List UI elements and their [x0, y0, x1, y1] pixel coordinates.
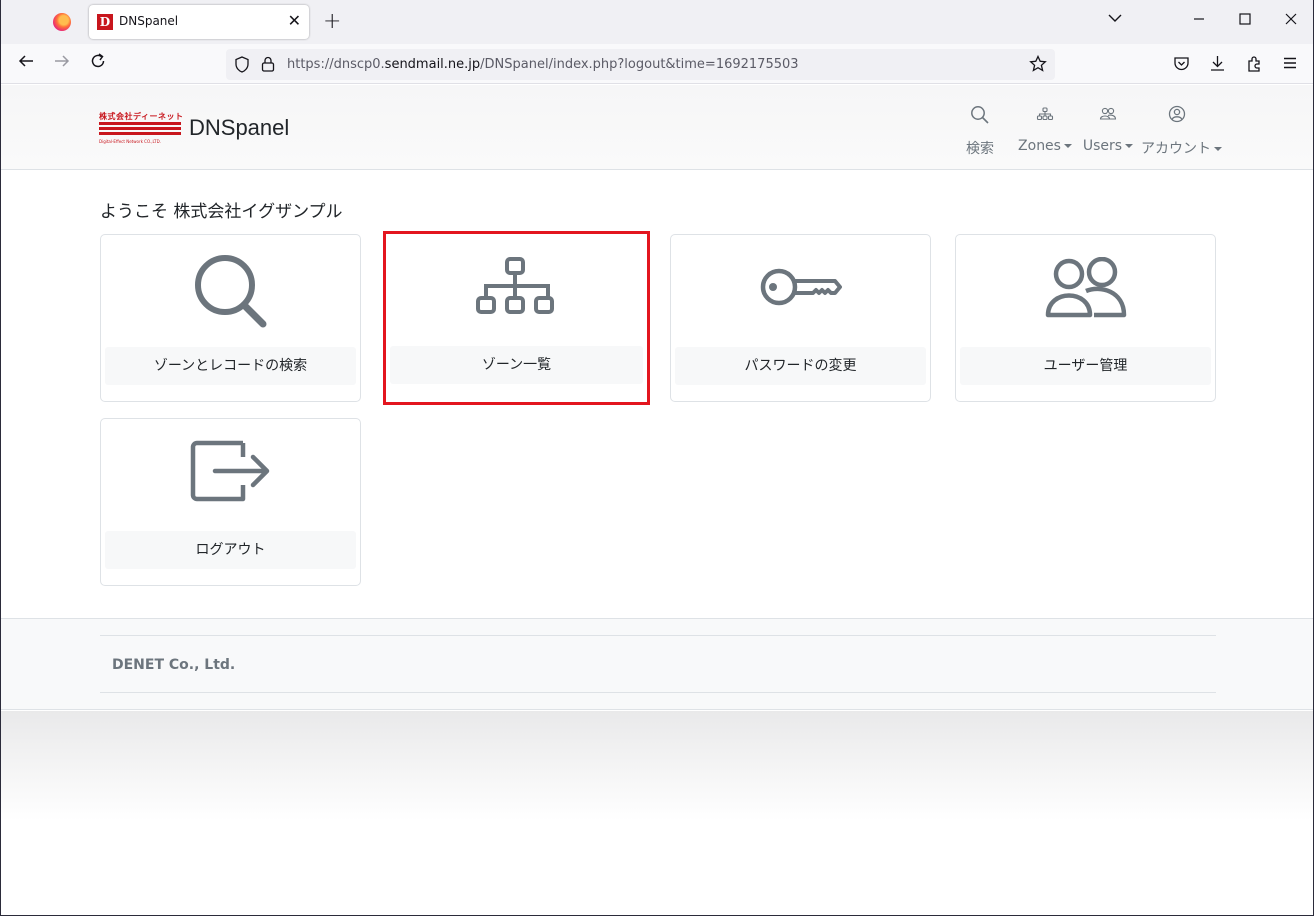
company-logo[interactable]: 株式会社ディーネット Digital-Effect Network CO.,LT…: [99, 111, 183, 145]
browser-tabbar: D DNSpanel ✕ +: [1, 0, 1313, 44]
new-tab-icon[interactable]: +: [323, 9, 341, 34]
nav-account-label: アカウント: [1141, 138, 1222, 158]
nav-users-label: Users: [1081, 138, 1135, 154]
card-label: パスワードの変更: [675, 347, 926, 385]
card-label: ユーザー管理: [960, 347, 1211, 385]
lock-icon[interactable]: [261, 56, 275, 76]
maximize-icon[interactable]: [1239, 10, 1251, 30]
download-icon[interactable]: [1209, 55, 1226, 76]
sitemap-icon: [386, 256, 647, 320]
url-prefix: https://dnscp0.: [287, 57, 385, 72]
tab-favicon-icon: D: [97, 14, 113, 30]
logo-mark: [99, 122, 181, 138]
footer-divider: [100, 692, 1216, 693]
close-window-icon[interactable]: [1285, 10, 1297, 30]
nav-zones-text: Zones: [1018, 138, 1061, 154]
users-icon: [956, 257, 1215, 321]
logo-tagline: Digital-Effect Network CO.,LTD.: [99, 139, 161, 144]
logo-company-name: 株式会社ディーネット: [99, 112, 184, 121]
shield-icon[interactable]: [234, 56, 250, 77]
footer-divider: [100, 635, 1216, 636]
users-icon: [1081, 105, 1135, 127]
card-user-management[interactable]: ユーザー管理: [955, 234, 1216, 402]
extensions-icon[interactable]: [1246, 55, 1263, 76]
card-logout[interactable]: ログアウト: [100, 418, 361, 586]
logout-icon: [101, 439, 360, 503]
url-host: sendmail.ne.jp: [384, 57, 481, 72]
pocket-icon[interactable]: [1173, 55, 1190, 76]
bookmark-star-icon[interactable]: [1029, 54, 1047, 77]
tab-close-icon[interactable]: ✕: [288, 11, 301, 30]
caret-down-icon: [1125, 144, 1134, 148]
url-text[interactable]: https://dnscp0.sendmail.ne.jp/DNSpanel/i…: [287, 57, 799, 72]
reload-icon[interactable]: [89, 52, 107, 75]
sitemap-icon: [1017, 105, 1073, 127]
search-icon: [959, 105, 1001, 127]
card-search-zones-records[interactable]: ゾーンとレコードの検索: [100, 234, 361, 402]
app-header: 株式会社ディーネット Digital-Effect Network CO.,LT…: [1, 85, 1313, 170]
caret-down-icon: [1214, 147, 1222, 151]
firefox-icon[interactable]: [53, 13, 71, 31]
page-footer: DENET Co., Ltd.: [1, 618, 1313, 710]
search-icon: [101, 251, 360, 335]
brand-title[interactable]: DNSpanel: [189, 115, 289, 141]
card-label: ゾーン一覧: [390, 346, 643, 384]
welcome-message: ようこそ 株式会社イグザンプル: [100, 202, 343, 222]
nav-users-text: Users: [1082, 138, 1123, 154]
nav-users[interactable]: Users: [1081, 105, 1135, 154]
forward-icon[interactable]: [53, 52, 71, 75]
user-circle-icon: [1141, 105, 1213, 127]
card-zone-list[interactable]: ゾーン一覧: [383, 231, 650, 405]
tab-list-chevron-icon[interactable]: [1108, 12, 1122, 27]
nav-search-label: 検索: [966, 141, 994, 157]
browser-navbar: https://dnscp0.sendmail.ne.jp/DNSpanel/i…: [1, 44, 1313, 84]
url-bar[interactable]: https://dnscp0.sendmail.ne.jp/DNSpanel/i…: [226, 49, 1055, 80]
menu-icon[interactable]: [1282, 55, 1298, 75]
nav-account-text: アカウント: [1141, 141, 1211, 157]
card-label: ログアウト: [105, 531, 356, 569]
footer-copyright: DENET Co., Ltd.: [112, 657, 236, 673]
url-path: /DNSpanel/index.php?logout&time=16921755…: [480, 57, 799, 72]
back-icon[interactable]: [17, 52, 35, 75]
key-icon: [671, 263, 930, 313]
nav-search[interactable]: 検索: [959, 105, 1001, 158]
tab-title: DNSpanel: [119, 14, 179, 28]
browser-tab[interactable]: D DNSpanel ✕: [89, 5, 309, 39]
page-bottom-area: [1, 711, 1313, 821]
minimize-icon[interactable]: [1193, 10, 1205, 30]
nav-zones-label: Zones: [1017, 138, 1073, 154]
card-label: ゾーンとレコードの検索: [105, 347, 356, 385]
nav-account[interactable]: アカウント: [1141, 105, 1222, 158]
nav-zones[interactable]: Zones: [1017, 105, 1073, 154]
card-change-password[interactable]: パスワードの変更: [670, 234, 931, 402]
caret-down-icon: [1063, 144, 1072, 148]
